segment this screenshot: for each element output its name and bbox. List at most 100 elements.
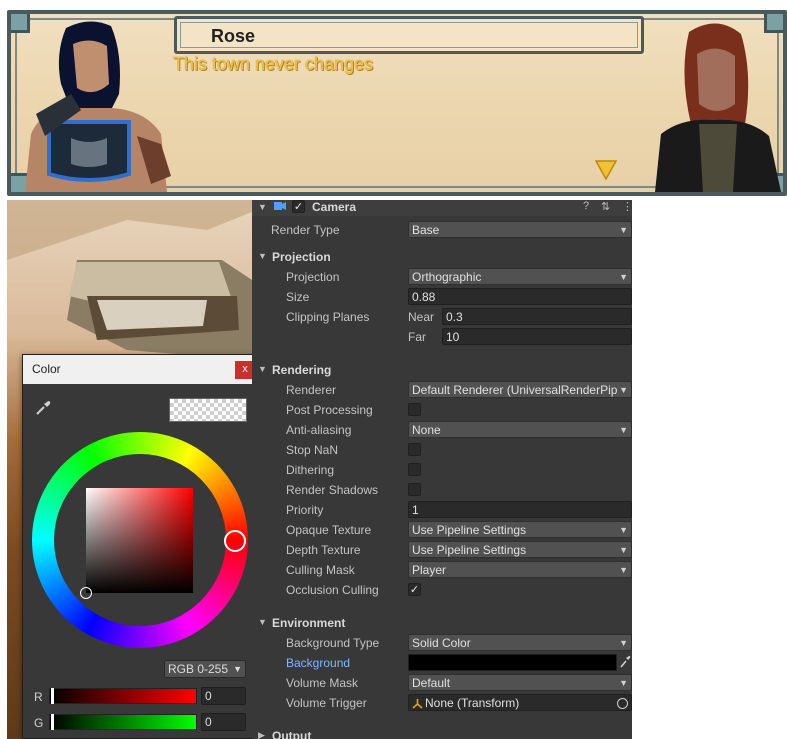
- opaque-texture-label: Opaque Texture: [286, 523, 372, 537]
- chevron-down-icon: ▼: [619, 545, 628, 555]
- speaker-name: Rose: [211, 26, 256, 46]
- far-label: Far: [408, 330, 426, 344]
- chevron-down-icon: ▼: [619, 565, 628, 575]
- anti-aliasing-dropdown[interactable]: None ▼: [408, 421, 632, 438]
- inspector-panel: ▼ ✓ Camera ? ⇅ ⋮ Render Type Base ▼ ▼ Pr…: [252, 200, 632, 739]
- color-picker-window[interactable]: Color x RGB 0-255 ▼ R 0 G 0: [22, 354, 256, 739]
- channel-value-g[interactable]: 0: [201, 713, 246, 731]
- render-shadows-label: Render Shadows: [286, 483, 379, 497]
- slider-thumb[interactable]: [51, 688, 54, 704]
- near-input[interactable]: 0.3: [442, 308, 632, 325]
- chevron-down-icon[interactable]: ▼: [258, 251, 267, 261]
- render-shadows-checkbox[interactable]: [408, 483, 421, 496]
- component-header[interactable]: ▼ ✓ Camera ? ⇅ ⋮: [252, 200, 632, 216]
- culling-mask-dropdown[interactable]: Player ▼: [408, 561, 632, 578]
- output-section-header[interactable]: ▶ Output: [252, 726, 632, 739]
- component-name: Camera: [312, 200, 357, 214]
- size-row: Size 0.88: [252, 287, 632, 307]
- chevron-right-icon[interactable]: ▶: [258, 730, 265, 739]
- occlusion-culling-row: Occlusion Culling ✓: [252, 580, 632, 600]
- stop-nan-checkbox[interactable]: [408, 443, 421, 456]
- depth-texture-dropdown[interactable]: Use Pipeline Settings ▼: [408, 541, 632, 558]
- far-input[interactable]: 10: [442, 328, 632, 345]
- section-title: Projection: [272, 250, 331, 264]
- background-type-dropdown[interactable]: Solid Color ▼: [408, 634, 632, 651]
- near-label: Near: [408, 310, 435, 324]
- menu-icon[interactable]: ⋮: [622, 200, 632, 213]
- dithering-label: Dithering: [286, 463, 335, 477]
- post-processing-checkbox[interactable]: [408, 403, 421, 416]
- chevron-down-icon: ▼: [619, 678, 628, 688]
- eyedropper-icon[interactable]: [619, 655, 631, 669]
- projection-section-header[interactable]: ▼ Projection: [252, 247, 632, 267]
- volume-trigger-field[interactable]: None (Transform): [408, 694, 632, 711]
- renderer-label: Renderer: [286, 383, 337, 397]
- size-input[interactable]: 0.88: [408, 288, 632, 305]
- section-title: Output: [272, 729, 312, 739]
- opaque-texture-dropdown[interactable]: Use Pipeline Settings ▼: [408, 521, 632, 538]
- saturation-value-square[interactable]: [86, 488, 193, 593]
- volume-trigger-label: Volume Trigger: [286, 696, 367, 710]
- eyedropper-icon[interactable]: [34, 399, 52, 417]
- volume-trigger-value: None (Transform): [425, 696, 520, 710]
- clipping-planes-label: Clipping Planes: [286, 310, 370, 324]
- saturation-value-handle[interactable]: [80, 587, 92, 599]
- camera-icon: [274, 202, 286, 210]
- projection-label: Projection: [286, 270, 340, 284]
- chevron-down-icon[interactable]: ▼: [258, 202, 267, 212]
- hue-handle[interactable]: [224, 530, 246, 552]
- section-title: Rendering: [272, 363, 332, 377]
- projection-dropdown[interactable]: Orthographic ▼: [408, 268, 632, 285]
- background-type-value: Solid Color: [412, 636, 471, 650]
- occlusion-culling-label: Occlusion Culling: [286, 583, 379, 597]
- culling-mask-value: Player: [412, 563, 447, 577]
- object-picker-icon[interactable]: [617, 698, 628, 709]
- slider-g[interactable]: [49, 714, 197, 730]
- color-preview-swatch: [169, 398, 247, 422]
- volume-trigger-row: Volume Trigger None (Transform): [252, 693, 632, 713]
- projection-value: Orthographic: [412, 270, 482, 284]
- channel-label-r: R: [34, 690, 43, 704]
- slider-thumb[interactable]: [51, 714, 54, 730]
- color-picker-titlebar[interactable]: Color x: [23, 355, 255, 384]
- culling-mask-row: Culling Mask Player ▼: [252, 560, 632, 580]
- background-row: Background: [252, 653, 632, 673]
- stop-nan-row: Stop NaN: [252, 440, 632, 460]
- depth-texture-row: Depth Texture Use Pipeline Settings ▼: [252, 540, 632, 560]
- renderer-dropdown[interactable]: Default Renderer (UniversalRenderPip ▼: [408, 381, 632, 398]
- color-picker-title: Color: [32, 362, 61, 376]
- anti-aliasing-value: None: [412, 423, 441, 437]
- volume-mask-dropdown[interactable]: Default ▼: [408, 674, 632, 691]
- color-mode-label: RGB 0-255: [168, 662, 229, 676]
- dialogue-text: This town never changes: [173, 54, 374, 74]
- environment-section-header[interactable]: ▼ Environment: [252, 613, 632, 633]
- background-type-label: Background Type: [286, 636, 380, 650]
- chevron-down-icon: ▼: [619, 425, 628, 435]
- priority-input[interactable]: 1: [408, 501, 632, 518]
- chevron-down-icon: ▼: [619, 638, 628, 648]
- renderer-row: Renderer Default Renderer (UniversalRend…: [252, 380, 632, 400]
- chevron-down-icon[interactable]: ▼: [258, 617, 267, 627]
- component-enabled-checkbox[interactable]: ✓: [292, 200, 305, 213]
- opaque-texture-row: Opaque Texture Use Pipeline Settings ▼: [252, 520, 632, 540]
- render-type-dropdown[interactable]: Base ▼: [408, 221, 632, 238]
- color-mode-dropdown[interactable]: RGB 0-255 ▼: [164, 660, 246, 678]
- settings-icon[interactable]: ⇅: [601, 200, 610, 213]
- chevron-down-icon: ▼: [619, 225, 628, 235]
- channel-value-r[interactable]: 0: [201, 687, 246, 705]
- background-color-field[interactable]: [408, 654, 617, 671]
- rendering-section-header[interactable]: ▼ Rendering: [252, 360, 632, 380]
- chevron-down-icon[interactable]: ▼: [258, 364, 267, 374]
- anti-aliasing-label: Anti-aliasing: [286, 423, 352, 437]
- transform-icon: [412, 699, 423, 709]
- down-triangle-icon[interactable]: [595, 160, 617, 180]
- dithering-checkbox[interactable]: [408, 463, 421, 476]
- occlusion-culling-checkbox[interactable]: ✓: [408, 583, 421, 596]
- slider-r[interactable]: [49, 688, 197, 704]
- channel-label-g: G: [34, 716, 44, 730]
- post-processing-label: Post Processing: [286, 403, 373, 417]
- render-type-row: Render Type Base ▼: [252, 220, 632, 240]
- depth-texture-value: Use Pipeline Settings: [412, 543, 527, 557]
- help-icon[interactable]: ?: [583, 200, 589, 212]
- speaker-name-plate: Rose: [174, 16, 644, 54]
